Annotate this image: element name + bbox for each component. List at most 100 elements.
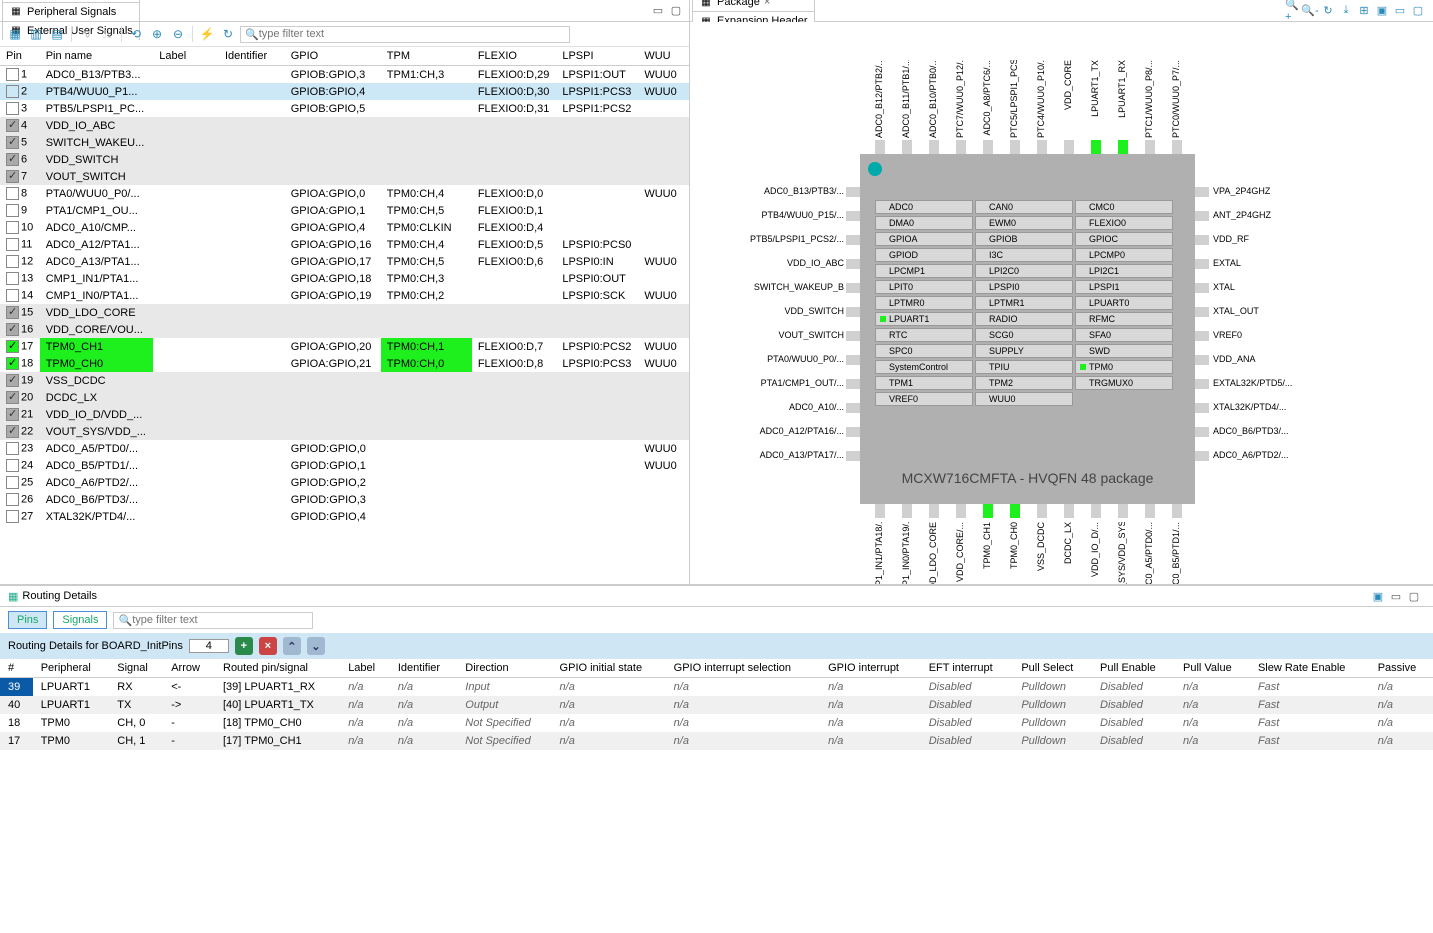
- row-checkbox[interactable]: [6, 306, 19, 319]
- col-header[interactable]: Pull Select: [1013, 659, 1092, 678]
- peripheral-flexio0[interactable]: FLEXIO0: [1075, 216, 1173, 230]
- col-header[interactable]: Slew Rate Enable: [1250, 659, 1370, 678]
- peripheral-tpiu[interactable]: TPIU: [975, 360, 1073, 374]
- pin-label[interactable]: PTC4/WUU0_P10/...: [1036, 60, 1046, 138]
- col-header[interactable]: Direction: [457, 659, 551, 678]
- routing-count-input[interactable]: [189, 639, 229, 653]
- table-row[interactable]: 15VDD_LDO_CORE: [0, 304, 689, 321]
- min2-icon[interactable]: ▭: [1393, 4, 1407, 18]
- table-row[interactable]: 20DCDC_LX: [0, 389, 689, 406]
- package-view[interactable]: ADC0CAN0CMC0DMA0EWM0FLEXIO0GPIOAGPIOBGPI…: [690, 22, 1433, 584]
- target2-icon[interactable]: ⊖: [169, 25, 187, 43]
- pin-label[interactable]: CMP1_IN1/PTA18/...: [874, 522, 884, 584]
- pin-label[interactable]: PTC7/WUU0_P12/...: [955, 60, 965, 138]
- col-header[interactable]: Signal: [109, 659, 163, 678]
- row-checkbox[interactable]: [6, 510, 19, 523]
- row-checkbox[interactable]: [6, 323, 19, 336]
- table-row[interactable]: 3PTB5/LPSPI1_PC...GPIOB:GPIO,5FLEXIO0:D,…: [0, 100, 689, 117]
- row-checkbox[interactable]: [6, 391, 19, 404]
- close-icon[interactable]: ×: [764, 0, 770, 8]
- pin-label[interactable]: TPM0_CH1: [982, 522, 992, 569]
- row-checkbox[interactable]: [6, 136, 19, 149]
- col-header[interactable]: Label: [340, 659, 390, 678]
- table-row[interactable]: 21VDD_IO_D/VDD_...: [0, 406, 689, 423]
- table-row[interactable]: 26ADC0_B6/PTD3/...GPIOD:GPIO,3: [0, 491, 689, 508]
- peripheral-rfmc[interactable]: RFMC: [1075, 312, 1173, 326]
- row-checkbox[interactable]: [6, 68, 19, 81]
- link-icon[interactable]: ⟲: [127, 25, 145, 43]
- peripheral-vref0[interactable]: VREF0: [875, 392, 973, 406]
- pin-label[interactable]: VREF0: [1213, 330, 1331, 340]
- pin-label[interactable]: EXTAL: [1213, 258, 1331, 268]
- table-row[interactable]: 25ADC0_A6/PTD2/...GPIOD:GPIO,2: [0, 474, 689, 491]
- table-row[interactable]: 24ADC0_B5/PTD1/...GPIOD:GPIO,1WUU0: [0, 457, 689, 474]
- col-header[interactable]: Arrow: [163, 659, 215, 678]
- row-checkbox[interactable]: [6, 153, 19, 166]
- peripheral-lpcmp0[interactable]: LPCMP0: [1075, 248, 1173, 262]
- pin-label[interactable]: LPUART1_RX: [1117, 60, 1127, 118]
- pin-label[interactable]: VDD_RF: [1213, 234, 1331, 244]
- pins-tab-btn[interactable]: Pins: [8, 611, 47, 629]
- col-header[interactable]: GPIO initial state: [552, 659, 666, 678]
- col-header[interactable]: Passive: [1370, 659, 1433, 678]
- col-header[interactable]: Pin: [0, 47, 40, 66]
- col-header[interactable]: FLEXIO: [472, 47, 557, 66]
- pin-label[interactable]: VDD_CORE/...: [955, 522, 965, 582]
- routing-filter[interactable]: 🔍: [113, 612, 313, 629]
- peripheral-systemcontrol[interactable]: SystemControl: [875, 360, 973, 374]
- table-row[interactable]: 19VSS_DCDC: [0, 372, 689, 389]
- zoom-out-icon[interactable]: 🔍-: [1303, 4, 1317, 18]
- pin-label[interactable]: EXTAL32K/PTD5/...: [1213, 378, 1331, 388]
- table-row[interactable]: 11ADC0_A12/PTA1...GPIOA:GPIO,16TPM0:CH,4…: [0, 236, 689, 253]
- peripheral-lpuart0[interactable]: LPUART0: [1075, 296, 1173, 310]
- table-row[interactable]: 6VDD_SWITCH: [0, 151, 689, 168]
- refresh-icon[interactable]: ↻: [219, 25, 237, 43]
- pin-label[interactable]: ADC0_B5/PTD1/...: [1171, 522, 1181, 584]
- wave2-icon[interactable]: ⎍: [98, 25, 116, 43]
- pin-label[interactable]: VPA_2P4GHZ: [1213, 186, 1331, 196]
- up-button[interactable]: ⌃: [283, 637, 301, 655]
- pin-label[interactable]: PTC1/WUU0_P8/...: [1144, 60, 1154, 138]
- peripheral-rtc[interactable]: RTC: [875, 328, 973, 342]
- pin-label[interactable]: ADC0_B12/PTB2/...: [874, 60, 884, 138]
- row-checkbox[interactable]: [6, 374, 19, 387]
- pin-label[interactable]: ADC0_B6/PTD3/...: [1213, 426, 1331, 436]
- pin-label[interactable]: ADC0_A8/PTC6/...: [982, 60, 992, 136]
- rotate-icon[interactable]: ↻: [1321, 4, 1335, 18]
- grid2-icon[interactable]: ▥: [27, 25, 45, 43]
- peripheral-lpi2c0[interactable]: LPI2C0: [975, 264, 1073, 278]
- col-header[interactable]: #: [0, 659, 33, 678]
- pin-label[interactable]: ADC0_A5/PTD0/...: [1144, 522, 1154, 584]
- table-row[interactable]: 2PTB4/WUU0_P1...GPIOB:GPIO,4FLEXIO0:D,30…: [0, 83, 689, 100]
- pin-label[interactable]: ADC0_B10/PTB0/...: [928, 60, 938, 138]
- peripheral-swd[interactable]: SWD: [1075, 344, 1173, 358]
- delete-button[interactable]: ×: [259, 637, 277, 655]
- route-opt-icon[interactable]: ▣: [1371, 589, 1385, 603]
- grid3-icon[interactable]: ▤: [48, 25, 66, 43]
- table-row[interactable]: 12ADC0_A13/PTA1...GPIOA:GPIO,17TPM0:CH,5…: [0, 253, 689, 270]
- route-min-icon[interactable]: ▭: [1389, 589, 1403, 603]
- peripheral-lptmr0[interactable]: LPTMR0: [875, 296, 973, 310]
- pin-label[interactable]: LPUART1_TX: [1090, 60, 1100, 117]
- row-checkbox[interactable]: [6, 187, 19, 200]
- row-checkbox[interactable]: [6, 170, 19, 183]
- maximize-icon[interactable]: ▢: [669, 4, 683, 18]
- row-checkbox[interactable]: [6, 408, 19, 421]
- routing-row[interactable]: 17TPM0CH, 1-[17] TPM0_CH1n/an/aNot Speci…: [0, 732, 1433, 750]
- table-row[interactable]: 22VOUT_SYS/VDD_...: [0, 423, 689, 440]
- wave1-icon[interactable]: ∿: [77, 25, 95, 43]
- export-icon[interactable]: ⤓: [1339, 4, 1353, 18]
- pin-label[interactable]: TPM0_CH0: [1009, 522, 1019, 569]
- pin-label[interactable]: ADC0_B13/PTB3/...: [726, 186, 844, 196]
- pin-label[interactable]: PTC0/WUU0_P7/...: [1171, 60, 1181, 138]
- peripheral-lpcmp1[interactable]: LPCMP1: [875, 264, 973, 278]
- row-checkbox[interactable]: [6, 425, 19, 438]
- grid1-icon[interactable]: ▦: [6, 25, 24, 43]
- row-checkbox[interactable]: [6, 119, 19, 132]
- table-row[interactable]: 9PTA1/CMP1_OU...GPIOA:GPIO,1TPM0:CH,5FLE…: [0, 202, 689, 219]
- col-header[interactable]: Identifier: [390, 659, 457, 678]
- col-header[interactable]: GPIO interrupt: [820, 659, 921, 678]
- row-checkbox[interactable]: [6, 102, 19, 115]
- col-header[interactable]: Identifier: [219, 47, 285, 66]
- pin-label[interactable]: SWITCH_WAKEUP_B: [726, 282, 844, 292]
